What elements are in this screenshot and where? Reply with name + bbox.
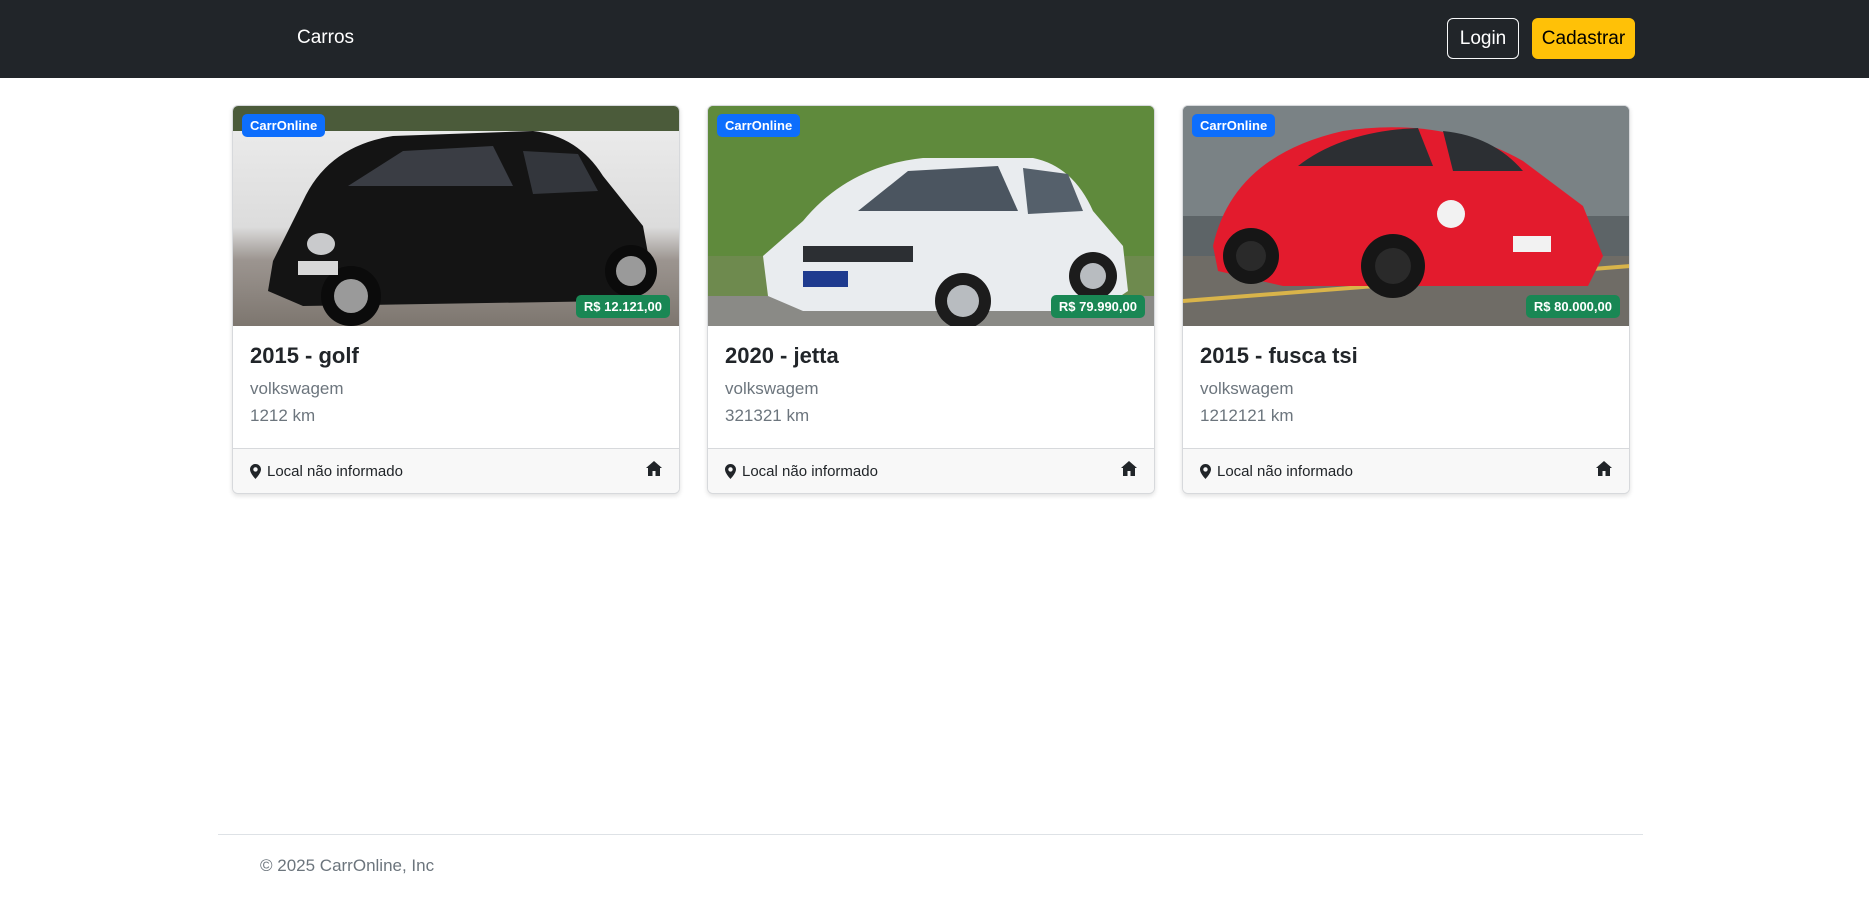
- location-text: Local não informado: [742, 462, 878, 480]
- location-text: Local não informado: [1217, 462, 1353, 480]
- car-title: 2015 - fusca tsi: [1200, 343, 1358, 368]
- car-card[interactable]: CarrOnline R$ 80.000,00 2015 - fusca tsi…: [1182, 105, 1630, 494]
- price-badge: R$ 79.990,00: [1050, 295, 1145, 318]
- card-footer: Local não informado: [1183, 448, 1629, 493]
- price-badge: R$ 12.121,00: [575, 295, 670, 318]
- login-button[interactable]: Login: [1447, 18, 1519, 59]
- car-card[interactable]: CarrOnline R$ 79.990,00 2020 - jetta vol…: [707, 105, 1155, 494]
- house-icon[interactable]: [1121, 461, 1137, 481]
- car-title: 2015 - golf: [250, 343, 359, 368]
- location: Local não informado: [1200, 463, 1353, 480]
- car-mileage: 1212 km: [250, 406, 316, 426]
- car-title: 2020 - jetta: [725, 343, 839, 368]
- location: Local não informado: [725, 463, 878, 480]
- footer-divider: [218, 834, 1643, 835]
- brand-badge: CarrOnline: [1192, 114, 1276, 137]
- price-badge: R$ 80.000,00: [1525, 295, 1620, 318]
- brand-badge: CarrOnline: [717, 114, 801, 137]
- house-icon[interactable]: [646, 461, 662, 481]
- car-photo: CarrOnline R$ 79.990,00: [708, 106, 1154, 326]
- brand-badge: CarrOnline: [242, 114, 326, 137]
- map-pin-icon: [725, 463, 736, 479]
- map-pin-icon: [250, 463, 261, 479]
- top-navbar: Carros Login Cadastrar: [0, 0, 1869, 78]
- map-pin-icon: [1200, 463, 1211, 479]
- location: Local não informado: [250, 463, 403, 480]
- copyright-text: © 2025 CarrOnline, Inc: [260, 856, 435, 875]
- car-brand: volkswagem: [250, 379, 344, 399]
- signup-button[interactable]: Cadastrar: [1532, 18, 1635, 59]
- car-brand: volkswagem: [725, 379, 819, 399]
- car-mileage: 321321 km: [725, 406, 810, 426]
- car-mileage: 1212121 km: [1200, 406, 1294, 426]
- car-brand: volkswagem: [1200, 379, 1294, 399]
- card-body: 2015 - golf volkswagem 1212 km: [250, 343, 662, 429]
- car-photo: CarrOnline R$ 80.000,00: [1183, 106, 1629, 326]
- card-footer: Local não informado: [708, 448, 1154, 493]
- card-footer: Local não informado: [233, 448, 679, 493]
- card-body: 2015 - fusca tsi volkswagem 1212121 km: [1200, 343, 1612, 429]
- brand-link[interactable]: Carros: [297, 27, 354, 49]
- card-body: 2020 - jetta volkswagem 321321 km: [725, 343, 1137, 429]
- location-text: Local não informado: [267, 462, 403, 480]
- car-photo: CarrOnline R$ 12.121,00: [233, 106, 679, 326]
- car-card[interactable]: CarrOnline R$ 12.121,00 2015 - golf volk…: [232, 105, 680, 494]
- house-icon[interactable]: [1596, 461, 1612, 481]
